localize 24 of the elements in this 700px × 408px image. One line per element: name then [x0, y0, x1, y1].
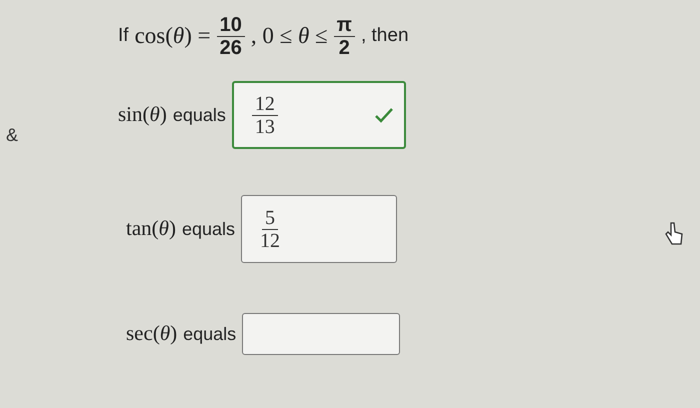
function-label: tan(θ) — [126, 215, 176, 242]
math-expression: , 0 ≤ θ ≤ — [250, 22, 328, 50]
equals-text: equals — [183, 322, 236, 346]
math-expression: cos(θ) = — [134, 22, 211, 50]
answer-box[interactable]: 5 12 — [241, 195, 398, 263]
function-label: sec(θ) — [126, 320, 178, 348]
denominator: 2 — [338, 37, 350, 59]
equals-text: equals — [172, 104, 226, 127]
function-label: sin(θ) — [118, 101, 167, 128]
answer-box[interactable] — [242, 313, 400, 355]
denominator: 26 — [220, 37, 242, 59]
denominator: 12 — [260, 230, 280, 252]
question-text: If — [118, 24, 129, 48]
ampersand-mark: & — [6, 124, 18, 147]
numerator: 5 — [262, 206, 278, 230]
pointer-cursor-icon — [664, 222, 684, 246]
check-icon — [374, 107, 394, 123]
question-text: , then — [360, 24, 409, 48]
numerator: π — [334, 14, 355, 37]
numerator: 10 — [216, 14, 245, 37]
equals-text: equals — [182, 218, 236, 241]
denominator: 13 — [254, 116, 275, 138]
numerator: 12 — [252, 92, 278, 116]
answer-box[interactable]: 12 13 — [232, 81, 406, 149]
